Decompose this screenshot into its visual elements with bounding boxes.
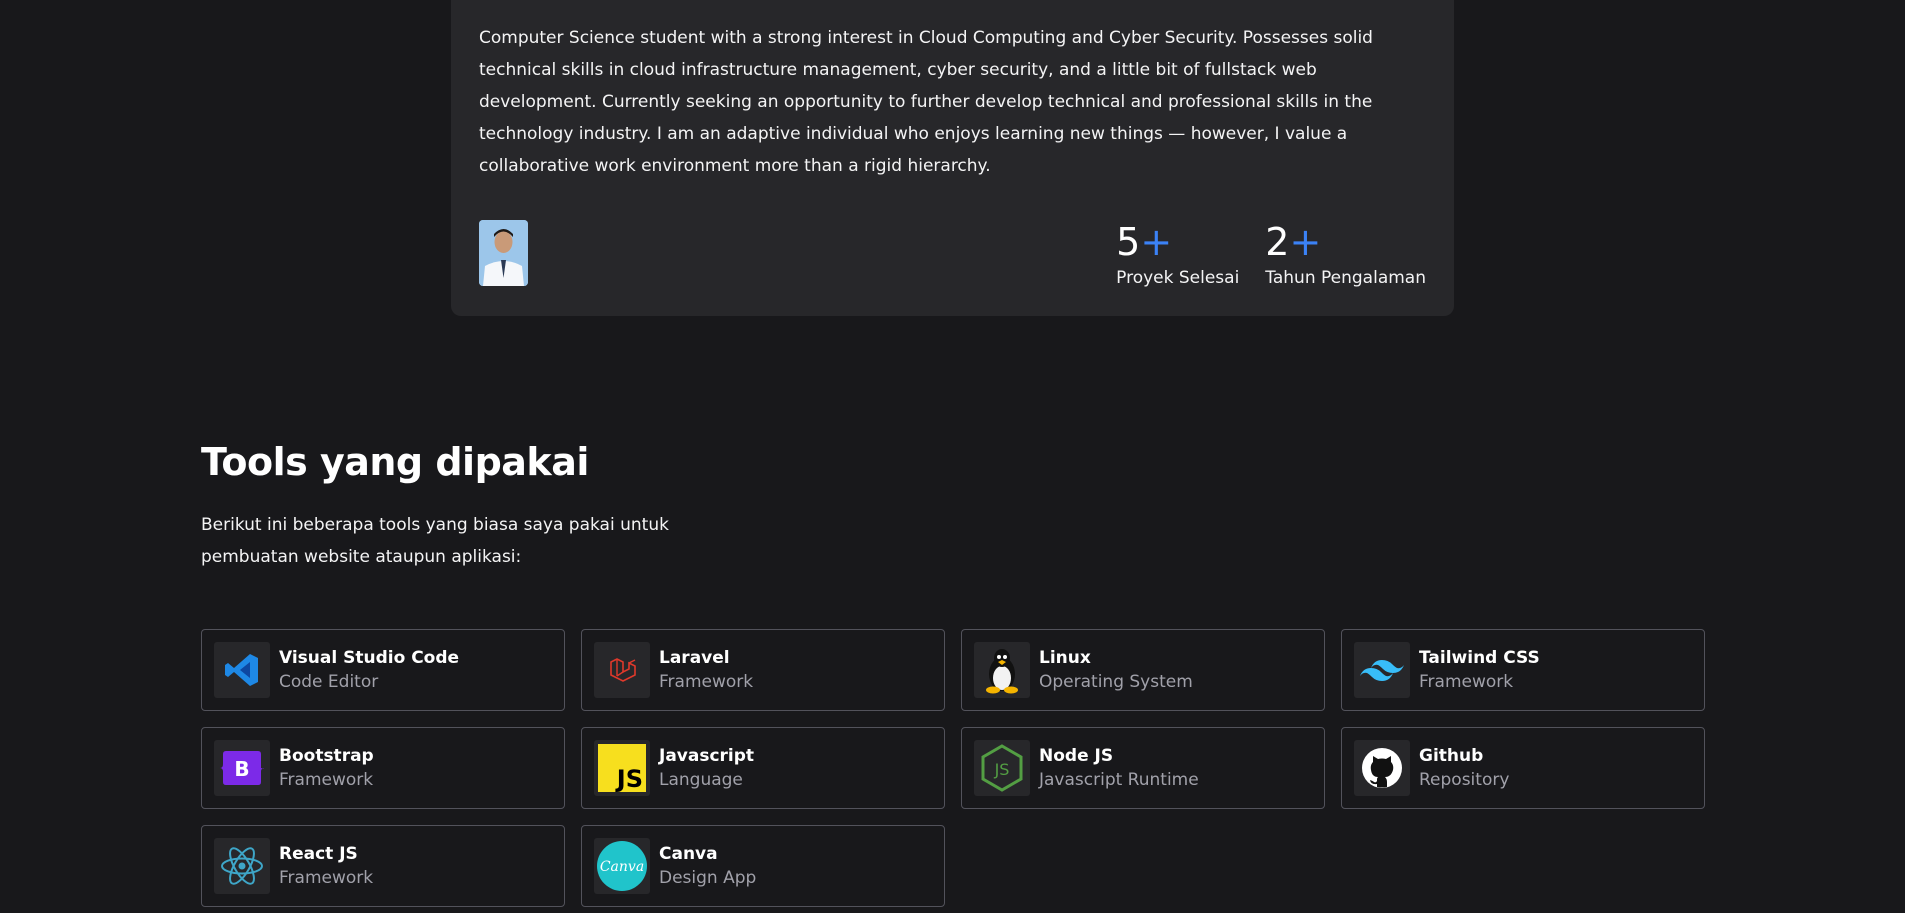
avatar [479,220,528,286]
tool-text: Linux Operating System [1039,646,1193,694]
tool-card-tailwind[interactable]: Tailwind CSS Framework [1341,629,1705,711]
stat-projects: 5+ Proyek Selesai [1116,220,1239,290]
stat-experience-number: 2 [1265,220,1290,264]
tool-type: Framework [279,770,374,790]
svg-text:B: B [234,757,249,781]
tool-name: Tailwind CSS [1419,648,1540,668]
tool-text: Visual Studio Code Code Editor [279,646,459,694]
canva-icon: Canva [594,838,650,894]
tool-text: Node JS Javascript Runtime [1039,744,1199,792]
stat-projects-number: 5 [1116,220,1141,264]
tool-type: Design App [659,868,757,888]
svg-text:Canva: Canva [600,859,644,875]
tools-grid: Visual Studio Code Code Editor Laravel F… [201,629,1705,907]
laravel-icon [594,642,650,698]
tool-card-canva[interactable]: Canva Canva Design App [581,825,945,907]
about-card: Computer Science student with a strong i… [451,0,1454,316]
about-bio: Computer Science student with a strong i… [479,28,1373,176]
stat-experience-label: Tahun Pengalaman [1265,268,1426,288]
javascript-icon: JS [594,740,650,796]
tool-type: Code Editor [279,672,379,692]
tool-text: Canva Design App [659,842,756,890]
svg-text:JS: JS [615,765,643,792]
tool-text: Github Repository [1419,744,1509,792]
tool-card-laravel[interactable]: Laravel Framework [581,629,945,711]
tool-type: Framework [1419,672,1514,692]
tool-card-bootstrap[interactable]: B Bootstrap Framework [201,727,565,809]
stat-experience: 2+ Tahun Pengalaman [1265,220,1426,290]
tool-text: Javascript Language [659,744,754,792]
tool-text: React JS Framework [279,842,373,890]
stat-projects-value: 5+ [1116,220,1239,264]
tool-card-nodejs[interactable]: JS Node JS Javascript Runtime [961,727,1325,809]
tool-name: Github [1419,746,1484,766]
tool-type: Language [659,770,743,790]
stat-experience-value: 2+ [1265,220,1426,264]
tool-name: Laravel [659,648,730,668]
tool-name: React JS [279,844,358,864]
stats: 5+ Proyek Selesai 2+ Tahun Pengalaman [1116,220,1426,290]
tools-description: Berikut ini beberapa tools yang biasa sa… [201,515,669,567]
tool-name: Javascript [659,746,755,766]
tool-name: Node JS [1039,746,1114,766]
tool-card-react[interactable]: React JS Framework [201,825,565,907]
about-footer: 5+ Proyek Selesai 2+ Tahun Pengalaman [479,220,1426,290]
react-icon [214,838,270,894]
tool-card-github[interactable]: Github Repository [1341,727,1705,809]
github-icon [1354,740,1410,796]
tool-type: Framework [279,868,374,888]
linux-icon [974,642,1030,698]
tool-type: Framework [659,672,754,692]
tool-name: Canva [659,844,718,864]
profile-photo [479,220,528,286]
tool-card-linux[interactable]: Linux Operating System [961,629,1325,711]
tool-type: Repository [1419,770,1510,790]
tool-name: Bootstrap [279,746,374,766]
tools-title: Tools yang dipakai [201,440,589,484]
plus-sign: + [1289,220,1322,264]
tool-card-javascript[interactable]: JS Javascript Language [581,727,945,809]
bootstrap-icon: B [214,740,270,796]
nodejs-icon: JS [974,740,1030,796]
svg-text:JS: JS [994,760,1010,779]
tool-type: Javascript Runtime [1039,770,1199,790]
stat-projects-label: Proyek Selesai [1116,268,1240,288]
tool-type: Operating System [1039,672,1193,692]
tool-text: Laravel Framework [659,646,753,694]
tool-card-vscode[interactable]: Visual Studio Code Code Editor [201,629,565,711]
tool-name: Visual Studio Code [279,648,460,668]
tailwind-icon [1354,642,1410,698]
tool-name: Linux [1039,648,1091,668]
vscode-icon [214,642,270,698]
tool-text: Tailwind CSS Framework [1419,646,1540,694]
tool-text: Bootstrap Framework [279,744,374,792]
plus-sign: + [1140,220,1173,264]
